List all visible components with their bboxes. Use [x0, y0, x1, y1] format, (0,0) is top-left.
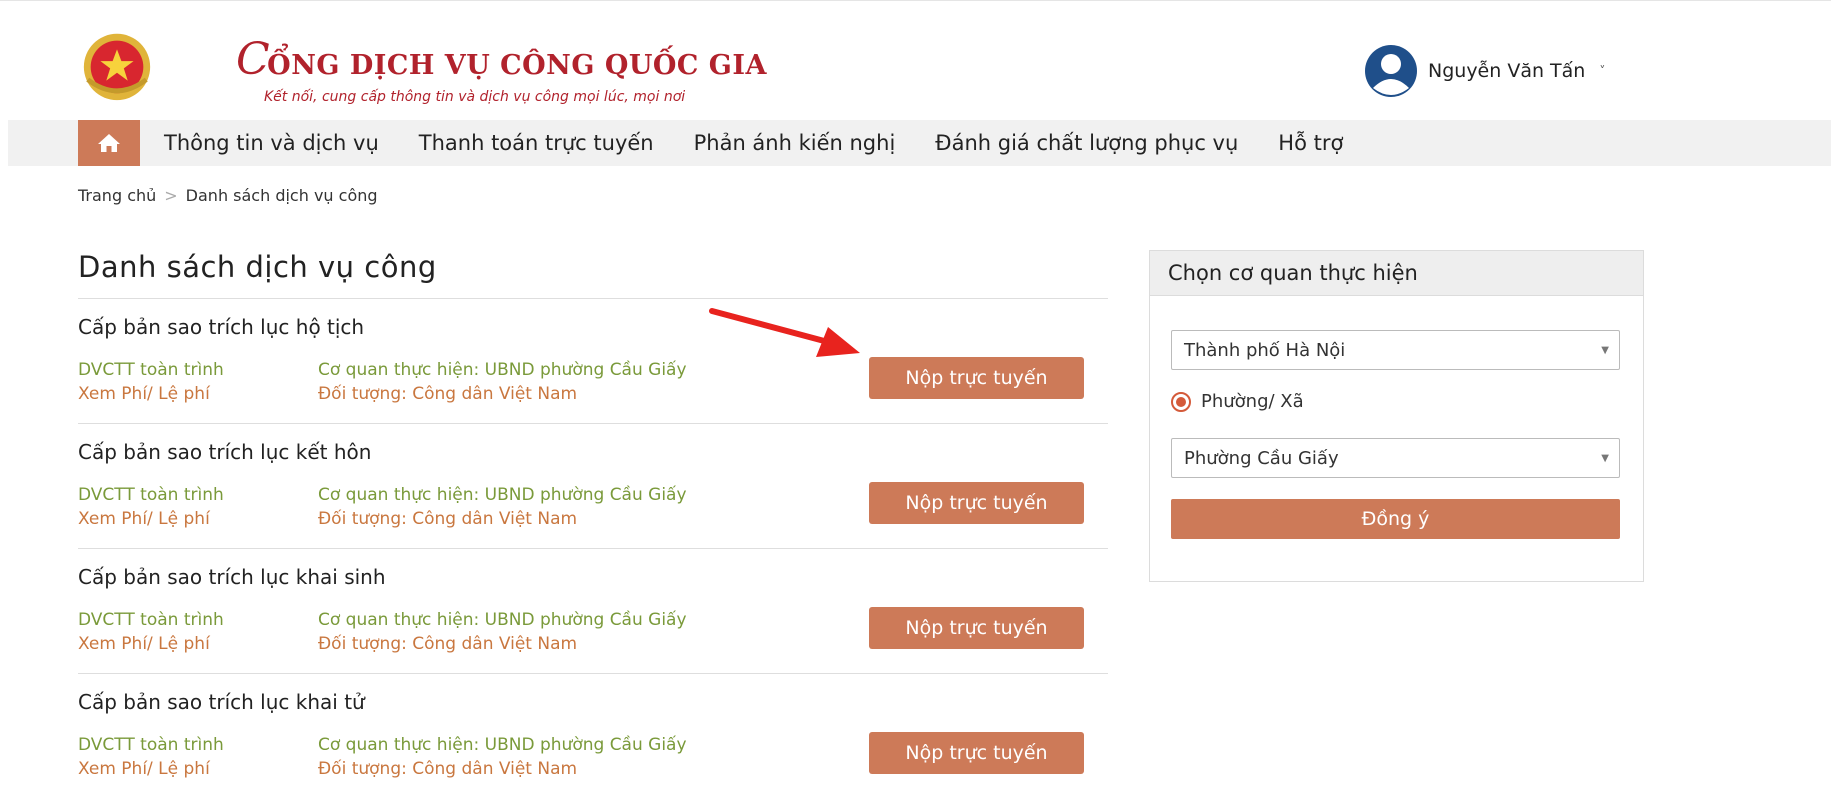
nav-item-service-quality[interactable]: Đánh giá chất lượng phục vụ [935, 131, 1238, 155]
page-title: Danh sách dịch vụ công [78, 250, 437, 284]
list-item: Cấp bản sao trích lục khai sinh DVCTT to… [78, 549, 1108, 674]
brand-title: CỔNG DỊCH VỤ CÔNG QUỐC GIA [236, 34, 767, 85]
service-target: Đối tượng: Công dân Việt Nam [318, 759, 578, 779]
service-agency: Cơ quan thực hiện: UBND phường Cầu Giấy [318, 610, 687, 630]
main-nav: Thông tin và dịch vụ Thanh toán trực tuy… [8, 120, 1831, 166]
annotation-arrow-icon [709, 308, 860, 357]
user-name: Nguyễn Văn Tấn [1428, 60, 1586, 82]
service-type: DVCTT toàn trình [78, 360, 224, 380]
service-agency: Cơ quan thực hiện: UBND phường Cầu Giấy [318, 735, 687, 755]
ward-radio-label: Phường/ Xã [1201, 391, 1304, 412]
breadcrumb-separator: > [164, 186, 178, 205]
nav-item-feedback[interactable]: Phản ánh kiến nghị [694, 131, 896, 155]
submit-online-button[interactable]: Nộp trực tuyến [869, 607, 1084, 649]
service-type: DVCTT toàn trình [78, 735, 224, 755]
city-select-value: Thành phố Hà Nội [1184, 340, 1346, 361]
service-target: Đối tượng: Công dân Việt Nam [318, 509, 578, 529]
panel-title: Chọn cơ quan thực hiện [1150, 251, 1643, 296]
submit-online-button[interactable]: Nộp trực tuyến [869, 732, 1084, 774]
list-item: Cấp bản sao trích lục hộ tịch DVCTT toàn… [78, 299, 1108, 424]
fee-link[interactable]: Xem Phí/ Lệ phí [78, 384, 210, 404]
city-select[interactable]: Thành phố Hà Nội ▼ [1171, 330, 1620, 370]
breadcrumb-home-link[interactable]: Trang chủ [78, 186, 156, 205]
caret-down-icon: ▼ [1601, 345, 1609, 356]
nav-item-support[interactable]: Hỗ trợ [1278, 131, 1343, 155]
fee-link[interactable]: Xem Phí/ Lệ phí [78, 759, 210, 779]
brand[interactable]: CỔNG DỊCH VỤ CÔNG QUỐC GIA Kết nối, cung… [236, 34, 767, 105]
national-emblem-icon[interactable] [78, 26, 156, 104]
brand-initial: C [236, 34, 271, 85]
nav-home-button[interactable] [78, 120, 140, 166]
submit-online-button[interactable]: Nộp trực tuyến [869, 357, 1084, 399]
service-type: DVCTT toàn trình [78, 485, 224, 505]
fee-link[interactable]: Xem Phí/ Lệ phí [78, 634, 210, 654]
brand-title-text: ỔNG DỊCH VỤ CÔNG QUỐC GIA [267, 50, 767, 81]
service-name[interactable]: Cấp bản sao trích lục khai tử [78, 690, 365, 714]
ward-select[interactable]: Phường Cầu Giấy ▼ [1171, 438, 1620, 478]
submit-online-button[interactable]: Nộp trực tuyến [869, 482, 1084, 524]
fee-link[interactable]: Xem Phí/ Lệ phí [78, 509, 210, 529]
service-list: Cấp bản sao trích lục hộ tịch DVCTT toàn… [78, 298, 1108, 798]
chevron-down-icon: ˅ [1599, 64, 1606, 78]
ward-radio[interactable]: Phường/ Xã [1171, 391, 1304, 412]
service-agency: Cơ quan thực hiện: UBND phường Cầu Giấy [318, 360, 687, 380]
home-icon [98, 134, 120, 152]
service-agency: Cơ quan thực hiện: UBND phường Cầu Giấy [318, 485, 687, 505]
user-avatar-icon [1365, 45, 1417, 97]
service-name[interactable]: Cấp bản sao trích lục khai sinh [78, 565, 386, 589]
service-target: Đối tượng: Công dân Việt Nam [318, 634, 578, 654]
agency-filter-panel: Chọn cơ quan thực hiện Thành phố Hà Nội … [1149, 250, 1644, 582]
breadcrumb: Trang chủ > Danh sách dịch vụ công [78, 186, 378, 205]
service-target: Đối tượng: Công dân Việt Nam [318, 384, 578, 404]
nav-item-online-payment[interactable]: Thanh toán trực tuyến [419, 131, 654, 155]
top-border [0, 0, 1831, 1]
brand-slogan: Kết nối, cung cấp thông tin và dịch vụ c… [264, 89, 686, 105]
service-name[interactable]: Cấp bản sao trích lục kết hôn [78, 440, 371, 464]
list-item: Cấp bản sao trích lục kết hôn DVCTT toàn… [78, 424, 1108, 549]
agree-button[interactable]: Đồng ý [1171, 499, 1620, 539]
radio-selected-icon [1171, 391, 1191, 412]
user-menu[interactable]: Nguyễn Văn Tấn ˅ [1364, 44, 1605, 98]
caret-down-icon: ▼ [1601, 453, 1609, 464]
service-name[interactable]: Cấp bản sao trích lục hộ tịch [78, 315, 364, 339]
ward-select-value: Phường Cầu Giấy [1184, 448, 1339, 469]
service-type: DVCTT toàn trình [78, 610, 224, 630]
breadcrumb-current: Danh sách dịch vụ công [185, 186, 378, 205]
nav-item-info-services[interactable]: Thông tin và dịch vụ [164, 131, 379, 155]
site-header: CỔNG DỊCH VỤ CÔNG QUỐC GIA Kết nối, cung… [78, 18, 1778, 110]
list-item: Cấp bản sao trích lục khai tử DVCTT toàn… [78, 674, 1108, 798]
